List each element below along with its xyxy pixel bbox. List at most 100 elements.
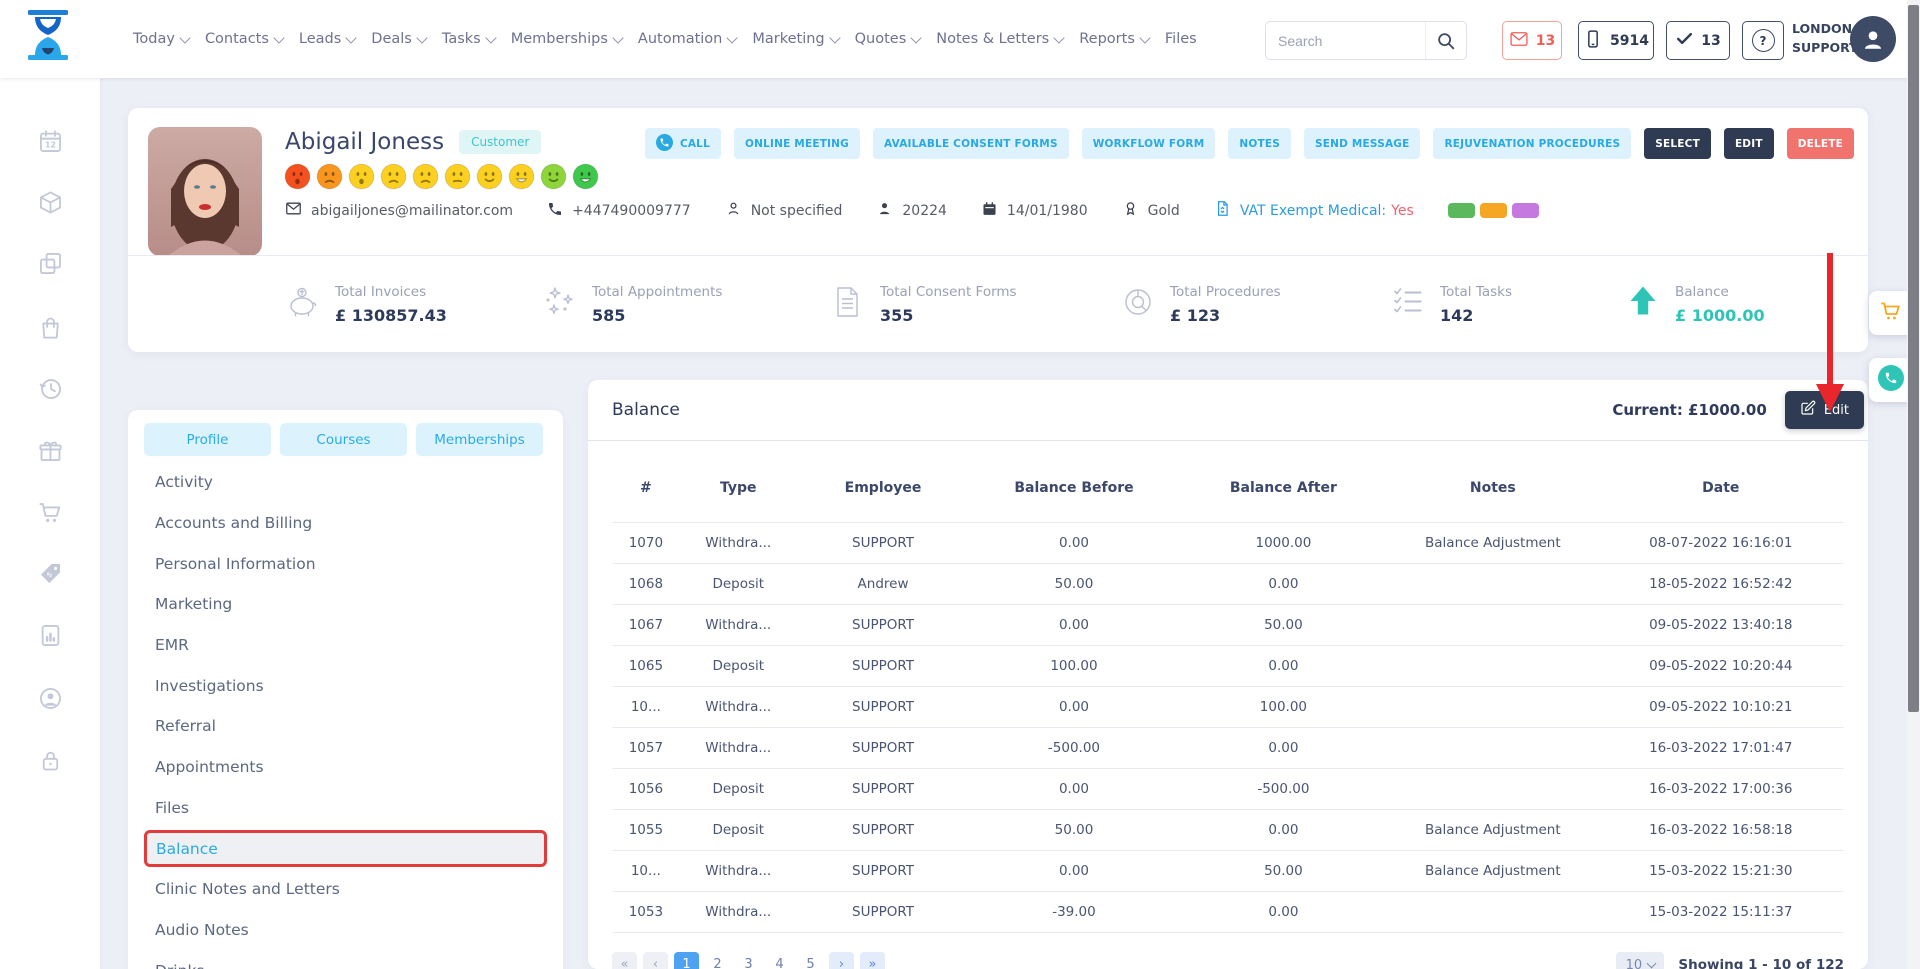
pagination-last-button[interactable]: » <box>860 952 885 969</box>
table-cell: -500.00 <box>1179 769 1388 810</box>
pagination-page-1[interactable]: 1 <box>674 952 699 969</box>
sidebar-item-personal-information[interactable]: Personal Information <box>128 543 563 584</box>
edit-button[interactable]: EDIT <box>1724 128 1774 159</box>
nav-item-memberships[interactable]: Memberships <box>511 31 622 47</box>
emoji-face-1-icon[interactable] <box>284 163 311 190</box>
available-consent-forms-button[interactable]: AVAILABLE CONSENT FORMS <box>873 128 1069 159</box>
user-avatar[interactable] <box>1850 16 1896 62</box>
table-row[interactable]: 1067Withdra...SUPPORT0.0050.0009-05-2022… <box>612 605 1844 646</box>
tab-profile[interactable]: Profile <box>144 423 271 456</box>
rail-calendar-icon[interactable]: 12 <box>33 124 67 158</box>
sidebar-item-emr[interactable]: EMR <box>128 625 563 666</box>
emoji-face-4-icon[interactable] <box>380 163 407 190</box>
sidebar-item-investigations[interactable]: Investigations <box>128 665 563 706</box>
nav-item-leads[interactable]: Leads <box>299 31 355 47</box>
delete-button[interactable]: DELETE <box>1787 128 1854 159</box>
rail-cart-icon[interactable] <box>33 495 67 529</box>
color-tag-2[interactable] <box>1480 203 1507 218</box>
nav-item-notes-letters[interactable]: Notes & Letters <box>936 31 1063 47</box>
customer-phone[interactable]: +447490009777 <box>547 201 691 221</box>
pagination-prev-button[interactable]: ‹ <box>643 952 668 969</box>
call-button[interactable]: CALL <box>645 128 721 159</box>
table-row[interactable]: 10...Withdra...SUPPORT0.00100.0009-05-20… <box>612 687 1844 728</box>
table-row[interactable]: 1055DepositSUPPORT50.000.00Balance Adjus… <box>612 810 1844 851</box>
color-tag-3[interactable] <box>1512 203 1539 218</box>
sidebar-item-balance[interactable]: Balance <box>144 830 547 867</box>
table-row[interactable]: 1070Withdra...SUPPORT0.001000.00Balance … <box>612 523 1844 564</box>
table-cell: Withdra... <box>680 851 797 892</box>
sidebar-item-clinic-notes-and-letters[interactable]: Clinic Notes and Letters <box>128 869 563 910</box>
table-row[interactable]: 1057Withdra...SUPPORT-500.000.0016-03-20… <box>612 728 1844 769</box>
nav-item-reports[interactable]: Reports <box>1079 31 1149 47</box>
nav-item-marketing[interactable]: Marketing <box>752 31 838 47</box>
rail-price-tag-icon[interactable]: $ <box>33 556 67 590</box>
phone-badge-button[interactable]: 5914 <box>1578 21 1654 60</box>
nav-item-tasks[interactable]: Tasks <box>442 31 495 47</box>
pagination-page-2[interactable]: 2 <box>705 952 730 969</box>
help-button[interactable]: ? <box>1742 21 1784 60</box>
nav-item-automation[interactable]: Automation <box>638 31 736 47</box>
table-row[interactable]: 10...Withdra...SUPPORT0.0050.00Balance A… <box>612 851 1844 892</box>
table-cell: Andrew <box>797 564 969 605</box>
emoji-face-7-icon[interactable] <box>476 163 503 190</box>
emoji-face-9-icon[interactable] <box>540 163 567 190</box>
tab-memberships[interactable]: Memberships <box>416 423 543 456</box>
select-button[interactable]: SELECT <box>1644 128 1711 159</box>
emoji-face-3-icon[interactable] <box>348 163 375 190</box>
emoji-face-10-icon[interactable] <box>572 163 599 190</box>
tasks-badge-button[interactable]: 13 <box>1666 21 1730 60</box>
pagination-page-5[interactable]: 5 <box>798 952 823 969</box>
nav-item-files[interactable]: Files <box>1165 31 1197 47</box>
nav-item-contacts[interactable]: Contacts <box>205 31 283 47</box>
rail-gift-icon[interactable] <box>33 433 67 467</box>
rail-duplicates-icon[interactable] <box>33 246 67 280</box>
rail-account-icon[interactable] <box>33 681 67 715</box>
sidebar-item-audio-notes[interactable]: Audio Notes <box>128 910 563 951</box>
sidebar-item-accounts-and-billing[interactable]: Accounts and Billing <box>128 503 563 544</box>
emoji-face-2-icon[interactable] <box>316 163 343 190</box>
sidebar-item-appointments[interactable]: Appointments <box>128 747 563 788</box>
sidebar-item-referral[interactable]: Referral <box>128 706 563 747</box>
rail-shopping-bag-icon[interactable] <box>33 310 67 344</box>
customer-tier: Gold <box>1122 200 1180 221</box>
send-message-button[interactable]: SEND MESSAGE <box>1304 128 1421 159</box>
emoji-face-6-icon[interactable] <box>444 163 471 190</box>
emoji-face-8-icon[interactable] <box>508 163 535 190</box>
balance-panel-header: Balance Current: £1000.00 Edit <box>612 380 1844 440</box>
rail-lock-icon[interactable] <box>33 743 67 777</box>
rail-reports-icon[interactable] <box>33 618 67 652</box>
emoji-face-5-icon[interactable] <box>412 163 439 190</box>
customer-email[interactable]: abigailjones@mailinator.com <box>285 200 513 221</box>
search-input[interactable] <box>1266 33 1425 49</box>
mail-badge-button[interactable]: 13 <box>1502 21 1562 60</box>
nav-item-label: Memberships <box>511 31 608 47</box>
scrollbar-thumb[interactable] <box>1908 5 1919 712</box>
rail-products-icon[interactable] <box>33 185 67 219</box>
table-row[interactable]: 1068DepositAndrew50.000.0018-05-2022 16:… <box>612 564 1844 605</box>
table-row[interactable]: 1065DepositSUPPORT100.000.0009-05-2022 1… <box>612 646 1844 687</box>
sidebar-item-files[interactable]: Files <box>128 788 563 829</box>
sidebar-item-activity[interactable]: Activity <box>128 462 563 503</box>
sidebar-item-marketing[interactable]: Marketing <box>128 584 563 625</box>
sidebar-item-drinks[interactable]: Drinks <box>128 950 563 969</box>
color-tag-1[interactable] <box>1448 203 1475 218</box>
nav-item-deals[interactable]: Deals <box>371 31 426 47</box>
app-logo-hourglass-icon[interactable] <box>24 8 72 70</box>
rail-history-icon[interactable] <box>33 371 67 405</box>
nav-item-today[interactable]: Today <box>133 31 189 47</box>
tab-courses[interactable]: Courses <box>280 423 407 456</box>
pagination-first-button[interactable]: « <box>612 952 637 969</box>
online-meeting-button[interactable]: ONLINE MEETING <box>734 128 860 159</box>
page-size-select[interactable]: 10 <box>1616 952 1664 969</box>
stat-total-procedures: Total Procedures£ 123 <box>1120 284 1281 325</box>
table-row[interactable]: 1056DepositSUPPORT0.00-500.0016-03-2022 … <box>612 769 1844 810</box>
table-row[interactable]: 1053Withdra...SUPPORT-39.000.0015-03-202… <box>612 892 1844 933</box>
pagination-page-3[interactable]: 3 <box>736 952 761 969</box>
pagination-next-button[interactable]: › <box>829 952 854 969</box>
rejuvenation-procedures-button[interactable]: REJUVENATION PROCEDURES <box>1433 128 1631 159</box>
notes-button[interactable]: NOTES <box>1228 128 1291 159</box>
pagination-page-4[interactable]: 4 <box>767 952 792 969</box>
workflow-form-button[interactable]: WORKFLOW FORM <box>1082 128 1216 159</box>
search-icon[interactable] <box>1425 22 1466 59</box>
nav-item-quotes[interactable]: Quotes <box>855 31 921 47</box>
